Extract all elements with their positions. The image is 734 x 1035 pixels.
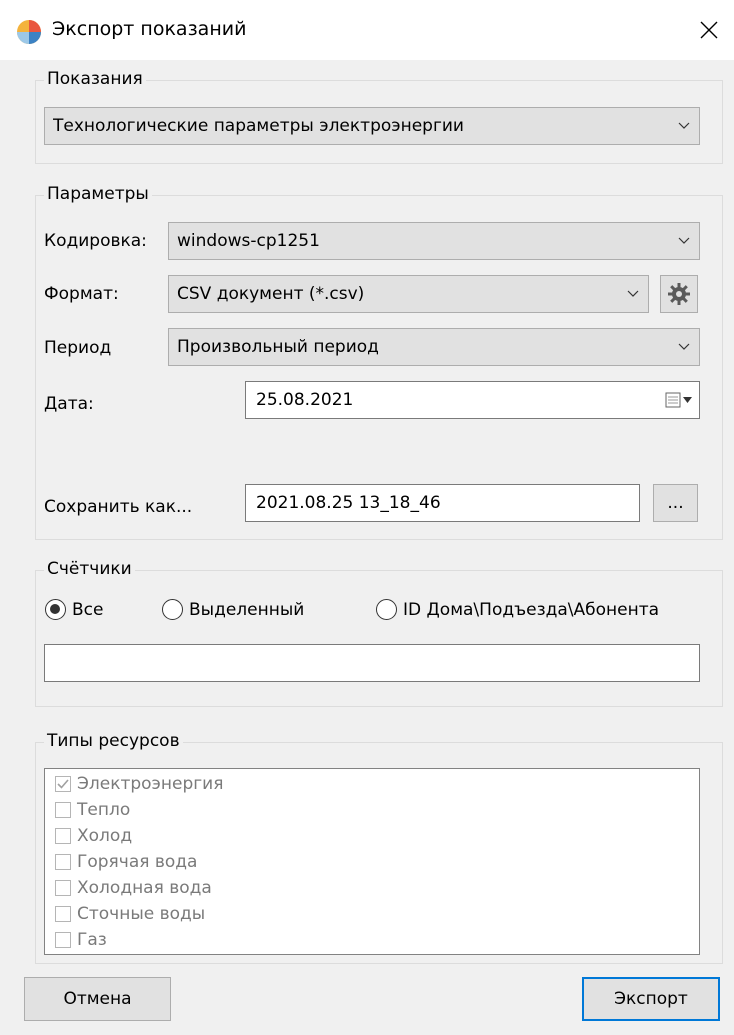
period-label: Период: [44, 338, 112, 358]
close-button[interactable]: [684, 0, 734, 60]
date-label: Дата:: [44, 394, 94, 414]
date-input[interactable]: [254, 389, 659, 411]
chevron-down-icon: [669, 329, 699, 365]
close-icon: [700, 21, 718, 39]
cancel-button[interactable]: Отмена: [24, 977, 171, 1021]
chevron-down-icon: [618, 276, 648, 312]
meters-filter-field[interactable]: [44, 644, 700, 682]
params-legend: Параметры: [44, 184, 152, 204]
period-combo-value: Произвольный период: [177, 337, 379, 357]
encoding-combo[interactable]: windows-cp1251: [168, 222, 700, 260]
radio-all[interactable]: Все: [45, 599, 103, 620]
encoding-label: Кодировка:: [44, 231, 147, 251]
format-label: Формат:: [44, 284, 119, 304]
radio-all-indicator: [45, 599, 66, 620]
period-combo[interactable]: Произвольный период: [168, 328, 700, 366]
resource-label: Горячая вода: [77, 852, 198, 872]
window-title: Экспорт показаний: [52, 18, 247, 40]
resource-checkbox[interactable]: [55, 906, 71, 922]
resource-label: Газ: [77, 930, 107, 950]
date-picker[interactable]: [245, 381, 700, 419]
resource-label: Холод: [77, 826, 133, 846]
resource-label: Сточные воды: [77, 904, 206, 924]
resource-item[interactable]: Тепло: [55, 800, 130, 820]
format-settings-button[interactable]: [660, 275, 698, 313]
meters-legend: Счётчики: [44, 559, 135, 579]
resource-item[interactable]: Электроэнергия: [55, 774, 223, 794]
browse-button[interactable]: ...: [653, 484, 698, 522]
resource-checkbox[interactable]: [55, 802, 71, 818]
resource-checkbox[interactable]: [55, 932, 71, 948]
radio-selected[interactable]: Выделенный: [162, 599, 304, 620]
meters-filter-input[interactable]: [53, 652, 699, 674]
export-button[interactable]: Экспорт: [582, 977, 720, 1021]
format-combo[interactable]: CSV документ (*.csv): [168, 275, 649, 313]
export-button-label: Экспорт: [614, 989, 688, 1009]
cancel-button-label: Отмена: [63, 989, 132, 1009]
calendar-icon[interactable]: [659, 392, 699, 408]
radio-id[interactable]: ID Дома\Подъезда\Абонента: [376, 599, 659, 620]
resource-checkbox[interactable]: [55, 776, 71, 792]
gear-icon: [668, 283, 690, 305]
resource-label: Электроэнергия: [77, 774, 224, 794]
save-as-label: Сохранить как...: [44, 497, 193, 517]
format-combo-value: CSV документ (*.csv): [177, 284, 365, 304]
radio-id-label: ID Дома\Подъезда\Абонента: [403, 599, 660, 620]
encoding-combo-value: windows-cp1251: [177, 231, 320, 251]
resource-checkbox[interactable]: [55, 828, 71, 844]
resource-item[interactable]: Холод: [55, 826, 132, 846]
resource-item[interactable]: Холодная вода: [55, 878, 212, 898]
resource-item[interactable]: Газ: [55, 930, 107, 950]
resource-label: Холодная вода: [77, 878, 212, 898]
meters-group: Счётчики: [35, 559, 723, 707]
resources-legend: Типы ресурсов: [44, 731, 183, 751]
resource-label: Тепло: [77, 800, 131, 820]
save-as-field[interactable]: [245, 484, 640, 522]
resource-checkbox[interactable]: [55, 854, 71, 870]
save-as-input[interactable]: [254, 492, 639, 514]
browse-button-label: ...: [667, 493, 684, 513]
radio-all-label: Все: [72, 599, 104, 620]
radio-selected-label: Выделенный: [189, 599, 305, 620]
resource-item[interactable]: Сточные воды: [55, 904, 205, 924]
app-logo-icon: [17, 20, 41, 44]
radio-selected-indicator: [162, 599, 183, 620]
resource-item[interactable]: Горячая вода: [55, 852, 197, 872]
resource-checkbox[interactable]: [55, 880, 71, 896]
readings-combo[interactable]: Технологические параметры электроэнергии: [44, 107, 700, 145]
readings-combo-value: Технологические параметры электроэнергии: [53, 116, 464, 136]
resources-list: Электроэнергия Тепло Холод Горячая вода …: [44, 768, 700, 955]
chevron-down-icon: [669, 223, 699, 259]
radio-id-indicator: [376, 599, 397, 620]
check-icon: [57, 779, 69, 789]
readings-legend: Показания: [44, 69, 146, 89]
title-bar: Экспорт показаний: [0, 0, 734, 60]
chevron-down-icon: [669, 108, 699, 144]
